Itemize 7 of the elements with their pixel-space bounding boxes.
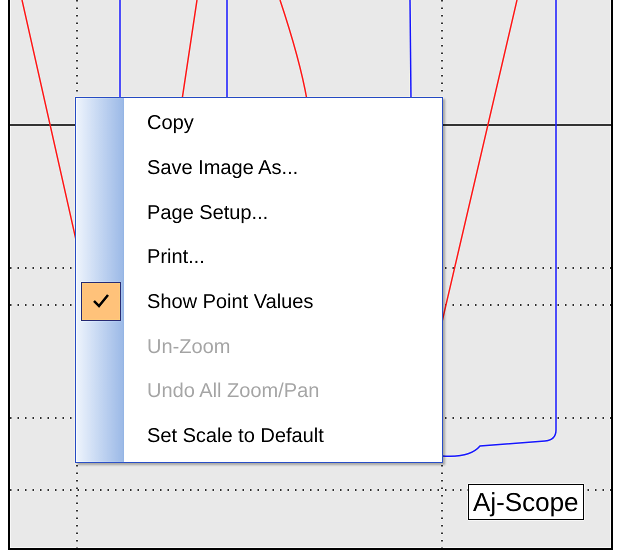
legend-label: Aj-Scope xyxy=(468,484,584,520)
menu-item[interactable]: Show Point Values xyxy=(76,280,442,324)
menu-item[interactable]: Set Scale to Default xyxy=(76,414,442,458)
menu-item[interactable]: Copy xyxy=(76,101,442,146)
menu-item[interactable]: Page Setup... xyxy=(76,190,442,236)
menu-item[interactable]: Save Image As... xyxy=(76,146,442,190)
menu-item[interactable]: Print... xyxy=(76,235,442,280)
